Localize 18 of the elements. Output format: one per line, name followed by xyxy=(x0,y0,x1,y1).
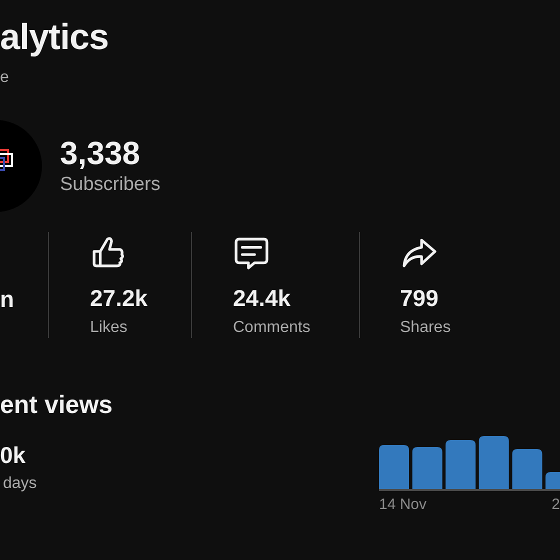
thumbs-up-icon xyxy=(90,235,127,270)
subscriber-label: Subscribers xyxy=(60,173,160,197)
axis-label: 2 xyxy=(552,496,560,514)
comment-icon xyxy=(233,235,270,270)
metric-label: Shares xyxy=(400,318,452,338)
page-title: alytics xyxy=(0,15,109,59)
views-total: 0k xyxy=(0,442,27,468)
subscriber-count: 3,338 xyxy=(60,135,142,171)
metric-value: n xyxy=(0,285,16,313)
metric-value: 799 xyxy=(400,284,440,312)
views-period: days xyxy=(2,474,37,494)
metric-value: 24.4k xyxy=(233,284,292,312)
axis-label: 14 Nov xyxy=(379,496,427,514)
metric-label: Comments xyxy=(233,318,312,338)
page-subtitle: e xyxy=(0,68,9,88)
metric-value: 27.2k xyxy=(90,284,149,312)
metric-label: Likes xyxy=(90,318,128,338)
section-title: ent views xyxy=(0,390,113,420)
